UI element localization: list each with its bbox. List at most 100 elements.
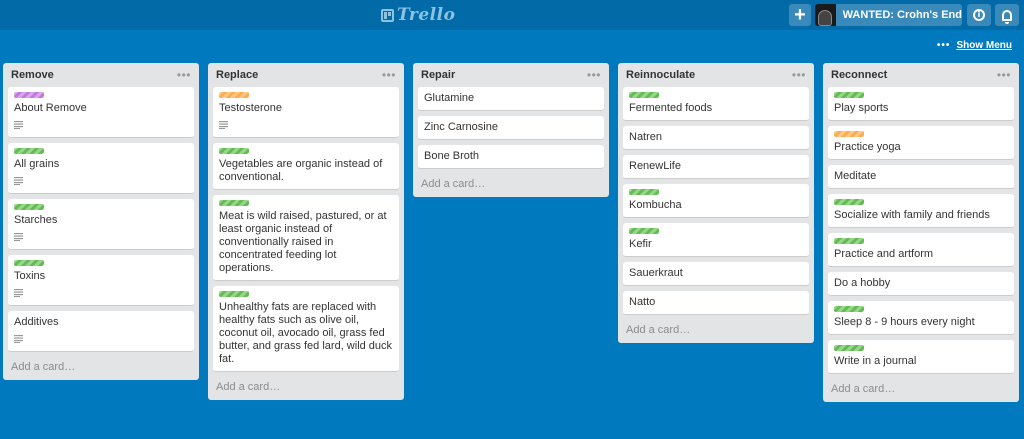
card-title: Practice yoga — [834, 141, 901, 153]
card[interactable]: Zinc Carnosine — [418, 116, 604, 140]
card-title: Write in a journal — [834, 355, 917, 367]
card[interactable]: Kefir — [623, 223, 809, 257]
card-title: All grains — [14, 158, 60, 170]
card[interactable]: Testosterone — [213, 87, 399, 138]
card-label-green — [629, 228, 659, 234]
member-menu-button[interactable]: WANTED: Crohn's End — [815, 4, 962, 26]
list-repair: Repair ••• Glutamine Zinc Carnosine Bone Bro… — [413, 63, 609, 197]
card-label-green — [834, 238, 864, 244]
card-list: Play sports Practice yoga Meditate Socializ… — [823, 87, 1019, 374]
card-title: Natto — [629, 296, 656, 308]
card-title: Play sports — [834, 102, 889, 114]
list-header: Reconnect ••• — [823, 63, 1019, 87]
description-icon — [14, 335, 23, 344]
card-list: Fermented foods Natren RenewLife Kombucha Ke… — [618, 87, 814, 315]
card-title: Bone Broth — [424, 150, 480, 162]
card-title: Kombucha — [629, 199, 682, 211]
card-title: Fermented foods — [629, 102, 713, 114]
list-menu-icon[interactable]: ••• — [792, 69, 806, 81]
notifications-button[interactable] — [995, 4, 1019, 26]
card-list: About Remove All grains Starches Toxins Addi… — [3, 87, 199, 352]
list-title[interactable]: Reconnect — [831, 69, 887, 81]
list-menu-icon[interactable]: ••• — [587, 69, 601, 81]
card[interactable]: Glutamine — [418, 87, 604, 111]
card-label-orange — [834, 131, 864, 137]
card[interactable]: Toxins — [8, 255, 194, 306]
top-bar: Trello + WANTED: Crohn's End i — [0, 0, 1024, 30]
card[interactable]: Meat is wild raised, pastured, or at lea… — [213, 195, 399, 281]
card-title: Glutamine — [424, 92, 475, 104]
trello-board-icon — [381, 8, 394, 22]
card[interactable]: Natren — [623, 126, 809, 150]
card-list: Testosterone Vegetables are organic inste… — [208, 87, 404, 372]
card[interactable]: Vegetables are organic instead of conven… — [213, 143, 399, 190]
card-title: Socialize with family and friends — [834, 209, 990, 221]
card[interactable]: Sauerkraut — [623, 262, 809, 286]
show-menu-label: Show Menu — [956, 40, 1012, 51]
card-title: Meat is wild raised, pastured, or at lea… — [219, 210, 387, 274]
list-reconnect: Reconnect ••• Play sports Practice yoga Medi… — [823, 63, 1019, 402]
card-label-green — [834, 306, 864, 312]
member-name: WANTED: Crohn's End — [842, 9, 962, 21]
add-card-button[interactable]: Add a card… — [208, 377, 404, 400]
card[interactable]: RenewLife — [623, 155, 809, 179]
info-button[interactable]: i — [967, 4, 991, 26]
card-title: Practice and artform — [834, 248, 934, 260]
list-title[interactable]: Replace — [216, 69, 258, 81]
card[interactable]: Fermented foods — [623, 87, 809, 121]
card-label-green — [219, 291, 249, 297]
card[interactable]: Play sports — [828, 87, 1014, 121]
card-label-green — [834, 345, 864, 351]
add-card-button[interactable]: Add a card… — [823, 379, 1019, 402]
card[interactable]: Meditate — [828, 165, 1014, 189]
card-title: Do a hobby — [834, 277, 891, 289]
card[interactable]: Starches — [8, 199, 194, 250]
add-button[interactable]: + — [789, 4, 811, 26]
list-menu-icon[interactable]: ••• — [997, 69, 1011, 81]
card-title: Meditate — [834, 170, 877, 182]
avatar-face-icon — [818, 10, 833, 26]
list-remove: Remove ••• About Remove All grains Starches T… — [3, 63, 199, 380]
card-label-green — [14, 204, 44, 210]
description-icon — [14, 121, 23, 130]
card-title: Additives — [14, 316, 59, 328]
card[interactable]: Practice yoga — [828, 126, 1014, 160]
card[interactable]: Unhealthy fats are replaced with healthy… — [213, 286, 399, 372]
card-label-purple — [14, 92, 44, 98]
list-title[interactable]: Repair — [421, 69, 455, 81]
card[interactable]: Natto — [623, 291, 809, 315]
card[interactable]: About Remove — [8, 87, 194, 138]
card-title: Unhealthy fats are replaced with healthy… — [219, 301, 393, 365]
list-title[interactable]: Reinnoculate — [626, 69, 695, 81]
avatar — [815, 4, 836, 26]
card[interactable]: Additives — [8, 311, 194, 352]
list-menu-icon[interactable]: ••• — [382, 69, 396, 81]
card[interactable]: Practice and artform — [828, 233, 1014, 267]
add-card-button[interactable]: Add a card… — [618, 320, 814, 343]
card[interactable]: Socialize with family and friends — [828, 194, 1014, 228]
card[interactable]: Write in a journal — [828, 340, 1014, 374]
card-label-green — [834, 92, 864, 98]
card[interactable]: All grains — [8, 143, 194, 194]
list-reinnoculate: Reinnoculate ••• Fermented foods Natren Rene… — [618, 63, 814, 343]
list-header: Repair ••• — [413, 63, 609, 87]
card[interactable]: Kombucha — [623, 184, 809, 218]
list-header: Reinnoculate ••• — [618, 63, 814, 87]
description-icon — [14, 177, 23, 186]
description-icon — [14, 289, 23, 298]
card-label-green — [14, 260, 44, 266]
logo-text: Trello — [397, 5, 456, 25]
card-label-green — [629, 189, 659, 195]
add-card-button[interactable]: Add a card… — [413, 174, 609, 197]
trello-logo[interactable]: Trello — [381, 5, 455, 25]
card[interactable]: Sleep 8 - 9 hours every night — [828, 301, 1014, 335]
card[interactable]: Bone Broth — [418, 145, 604, 169]
card-title: Kefir — [629, 238, 652, 250]
add-card-button[interactable]: Add a card… — [3, 357, 199, 380]
list-title[interactable]: Remove — [11, 69, 54, 81]
card[interactable]: Do a hobby — [828, 272, 1014, 296]
card-title: RenewLife — [629, 160, 681, 172]
list-menu-icon[interactable]: ••• — [177, 69, 191, 81]
card-label-green — [219, 200, 249, 206]
show-menu-button[interactable]: ••• Show Menu — [937, 40, 1012, 51]
